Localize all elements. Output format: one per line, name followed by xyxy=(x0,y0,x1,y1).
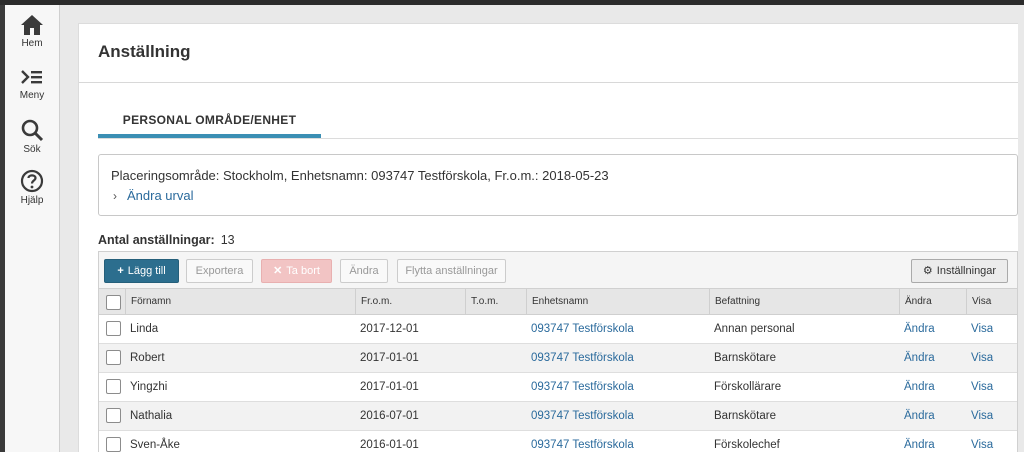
cell-firstname: Linda xyxy=(130,323,159,335)
row-edit-link[interactable]: Ändra xyxy=(899,344,935,372)
table-row: Yingzhi 2017-01-01 093747 Testförskola F… xyxy=(99,373,1017,402)
row-checkbox[interactable] xyxy=(106,321,121,336)
row-view-link[interactable]: Visa xyxy=(966,402,993,430)
cell-unit-link[interactable]: 093747 Testförskola xyxy=(526,431,634,452)
header-position[interactable]: Befattning xyxy=(709,289,899,315)
header-unit[interactable]: Enhetsnamn xyxy=(526,289,709,315)
cell-firstname: Robert xyxy=(130,352,165,364)
cell-firstname: Sven-Åke xyxy=(130,439,180,451)
cell-position: Barnskötare xyxy=(714,352,777,364)
cell-unit-link[interactable]: 093747 Testförskola xyxy=(526,344,634,372)
row-checkbox[interactable] xyxy=(106,379,121,394)
row-view-link[interactable]: Visa xyxy=(966,315,993,343)
cell-position: Förskollärare xyxy=(714,381,782,393)
cell-firstname: Yingzhi xyxy=(130,381,168,393)
header-select-cell xyxy=(99,289,125,315)
cell-from: 2017-12-01 xyxy=(360,323,419,335)
nav-item-menu[interactable]: Meny xyxy=(5,68,59,101)
settings-button[interactable]: ⚙ Inställningar xyxy=(911,259,1008,283)
cell-unit-link[interactable]: 093747 Testförskola xyxy=(526,315,634,343)
delete-button-label: Ta bort xyxy=(286,265,320,277)
cell-from: 2017-01-01 xyxy=(360,352,419,364)
row-edit-link[interactable]: Ändra xyxy=(899,431,935,452)
plus-icon: + xyxy=(117,265,124,277)
add-button[interactable]: + Lägg till xyxy=(104,259,179,283)
table-row: Nathalia 2016-07-01 093747 Testförskola … xyxy=(99,402,1017,431)
top-bar xyxy=(0,0,1024,5)
cell-to xyxy=(465,373,470,401)
cell-firstname: Nathalia xyxy=(130,410,173,422)
delete-button[interactable]: ✕ Ta bort xyxy=(261,259,332,283)
menu-icon xyxy=(21,70,42,84)
nav-label-help: Hjälp xyxy=(20,195,44,206)
row-view-link[interactable]: Visa xyxy=(966,431,993,452)
left-navigation: Hem Meny Sök Hjälp xyxy=(0,5,60,452)
table-toolbar: + Lägg till Exportera ✕ Ta bort Ändra Flyt… xyxy=(99,252,1017,289)
main-panel: Anställning PERSONAL OMRÅDE/ENHET Placer… xyxy=(78,23,1024,452)
close-icon: ✕ xyxy=(273,265,283,277)
row-checkbox[interactable] xyxy=(106,350,121,365)
settings-button-label: Inställningar xyxy=(936,265,997,277)
search-icon xyxy=(21,119,44,142)
employment-count-value: 13 xyxy=(220,233,235,247)
header-firstname[interactable]: Förnamn xyxy=(125,289,355,315)
page-title: Anställning xyxy=(98,42,191,61)
tab-divider xyxy=(98,138,1018,139)
table-header: Förnamn Fr.o.m. T.o.m. Enhetsnamn Befatt… xyxy=(99,289,1017,315)
header-view: Visa xyxy=(966,289,1017,315)
chevron-right-icon: › xyxy=(113,189,117,203)
nav-label-search: Sök xyxy=(23,144,41,155)
table-row: Robert 2017-01-01 093747 Testförskola Ba… xyxy=(99,344,1017,373)
employment-count-label: Antal anställningar: xyxy=(98,233,215,247)
select-all-checkbox[interactable] xyxy=(106,295,121,310)
cell-to xyxy=(465,402,470,430)
nav-item-home[interactable]: Hem xyxy=(5,14,59,49)
cell-to xyxy=(465,315,470,343)
row-edit-link[interactable]: Ändra xyxy=(899,373,935,401)
change-selection-link[interactable]: › Ändra urval xyxy=(113,188,193,203)
row-edit-link[interactable]: Ändra xyxy=(899,315,935,343)
table-row: Linda 2017-12-01 093747 Testförskola Ann… xyxy=(99,315,1017,344)
header-edit: Ändra xyxy=(899,289,966,315)
header-from[interactable]: Fr.o.m. xyxy=(355,289,465,315)
cell-to xyxy=(465,431,470,452)
cell-position: Barnskötare xyxy=(714,410,777,422)
employment-count: Antal anställningar: 13 xyxy=(98,233,235,247)
tab-personal-area-unit[interactable]: PERSONAL OMRÅDE/ENHET xyxy=(98,111,321,139)
cell-from: 2016-01-01 xyxy=(360,439,419,451)
change-selection-label: Ändra urval xyxy=(127,188,194,203)
nav-item-help[interactable]: Hjälp xyxy=(5,169,59,206)
add-button-label: Lägg till xyxy=(127,265,166,277)
edit-button[interactable]: Ändra xyxy=(340,259,388,283)
cell-position: Förskolechef xyxy=(714,439,780,451)
row-view-link[interactable]: Visa xyxy=(966,344,993,372)
filter-summary-box: Placeringsområde: Stockholm, Enhetsnamn:… xyxy=(98,154,1018,216)
nav-item-search[interactable]: Sök xyxy=(5,118,59,155)
move-employments-button[interactable]: Flytta anställningar xyxy=(397,259,506,283)
row-view-link[interactable]: Visa xyxy=(966,373,993,401)
nav-label-home: Hem xyxy=(21,38,43,49)
home-icon xyxy=(21,15,43,35)
header-divider xyxy=(79,82,1024,83)
cell-unit-link[interactable]: 093747 Testförskola xyxy=(526,402,634,430)
right-edge xyxy=(1018,23,1024,452)
export-button[interactable]: Exportera xyxy=(186,259,253,283)
gear-icon: ⚙ xyxy=(922,265,933,277)
cell-position: Annan personal xyxy=(714,323,795,335)
row-checkbox[interactable] xyxy=(106,408,121,423)
header-to[interactable]: T.o.m. xyxy=(465,289,526,315)
cell-unit-link[interactable]: 093747 Testförskola xyxy=(526,373,634,401)
cell-from: 2017-01-01 xyxy=(360,381,419,393)
employment-table: + Lägg till Exportera ✕ Ta bort Ändra Flyt… xyxy=(98,251,1018,452)
help-icon xyxy=(20,169,44,193)
cell-to xyxy=(465,344,470,372)
row-edit-link[interactable]: Ändra xyxy=(899,402,935,430)
nav-label-menu: Meny xyxy=(19,90,45,101)
table-row: Sven-Åke 2016-01-01 093747 Testförskola … xyxy=(99,431,1017,452)
filter-summary-text: Placeringsområde: Stockholm, Enhetsnamn:… xyxy=(111,168,609,183)
row-checkbox[interactable] xyxy=(106,437,121,452)
cell-from: 2016-07-01 xyxy=(360,410,419,422)
